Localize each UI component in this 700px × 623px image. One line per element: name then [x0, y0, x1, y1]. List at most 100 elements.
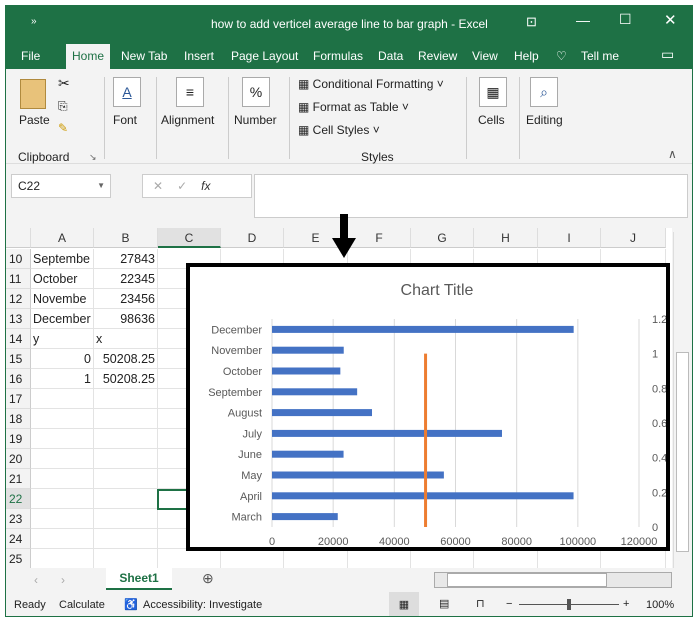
zoom-out-button[interactable]: − — [506, 598, 512, 610]
cell-a[interactable] — [31, 509, 94, 529]
scrollbar-thumb[interactable] — [676, 352, 689, 552]
cell-a[interactable]: 1 — [31, 369, 94, 389]
cell-b[interactable] — [94, 389, 158, 409]
tab-formulas[interactable]: Formulas — [313, 49, 363, 63]
tab-home[interactable]: Home — [66, 44, 111, 69]
cell[interactable] — [284, 549, 348, 569]
dialog-launcher-icon[interactable]: ↘ — [89, 152, 97, 163]
cell-b[interactable]: 50208.25 — [94, 369, 158, 389]
row-header[interactable]: 22 — [6, 489, 31, 509]
collapse-ribbon-icon[interactable]: ∧ — [668, 147, 677, 161]
tab-data[interactable]: Data — [378, 49, 403, 63]
cell-a[interactable] — [31, 489, 94, 509]
cell[interactable] — [158, 549, 221, 569]
bar-chart[interactable]: Chart Title 0 20000 40000 60000 80000 100000 12… — [186, 263, 670, 551]
horizontal-scrollbar[interactable] — [434, 572, 672, 588]
column-header-f[interactable]: F — [348, 228, 411, 248]
cell-a[interactable]: y — [31, 329, 94, 349]
cell-b[interactable] — [94, 489, 158, 509]
row-header[interactable]: 20 — [6, 449, 31, 469]
cell-b[interactable] — [94, 409, 158, 429]
cell-b[interactable]: 27843 — [94, 249, 158, 269]
row-header[interactable]: 17 — [6, 389, 31, 409]
row-header[interactable]: 14 — [6, 329, 31, 349]
conditional-formatting-button[interactable]: ▦ Conditional Formatting ˅ — [298, 77, 444, 91]
tab-help[interactable]: Help — [514, 49, 539, 63]
status-calculate[interactable]: Calculate — [59, 599, 105, 611]
cells-button[interactable]: Cells — [478, 113, 505, 127]
cell-b[interactable] — [94, 549, 158, 569]
cell-b[interactable]: x — [94, 329, 158, 349]
copy-icon[interactable]: ⎘ — [58, 99, 68, 114]
cells-icon[interactable]: ▦ — [479, 77, 507, 107]
cell-a[interactable]: 0 — [31, 349, 94, 369]
select-all-corner[interactable] — [6, 228, 31, 248]
cell[interactable] — [538, 549, 601, 569]
column-header-g[interactable]: G — [411, 228, 474, 248]
tab-view[interactable]: View — [472, 49, 498, 63]
page-layout-view-icon[interactable]: ▤ — [439, 597, 449, 610]
cell[interactable] — [348, 549, 411, 569]
paste-button[interactable]: Paste — [19, 113, 50, 127]
tab-tell-me[interactable]: Tell me — [581, 49, 619, 63]
column-header-i[interactable]: I — [538, 228, 601, 248]
cell-styles-button[interactable]: ▦ Cell Styles ˅ — [298, 123, 380, 137]
column-header-j[interactable]: J — [601, 228, 666, 248]
column-header-h[interactable]: H — [474, 228, 538, 248]
cell-a[interactable]: Novembe — [31, 289, 94, 309]
cell-b[interactable]: 50208.25 — [94, 349, 158, 369]
row-header[interactable]: 19 — [6, 429, 31, 449]
minimize-button[interactable]: — — [576, 12, 590, 28]
row-header[interactable]: 21 — [6, 469, 31, 489]
row-header[interactable]: 15 — [6, 349, 31, 369]
cell-a[interactable] — [31, 449, 94, 469]
row-header[interactable]: 11 — [6, 269, 31, 289]
row-header[interactable]: 18 — [6, 409, 31, 429]
zoom-slider[interactable] — [519, 599, 619, 610]
row-header[interactable]: 13 — [6, 309, 31, 329]
cell-b[interactable] — [94, 449, 158, 469]
tab-insert[interactable]: Insert — [184, 49, 214, 63]
cell-b[interactable] — [94, 529, 158, 549]
cell-a[interactable]: December — [31, 309, 94, 329]
tab-new-tab[interactable]: New Tab — [121, 49, 167, 63]
name-box[interactable]: C22 ▼ — [11, 174, 111, 198]
cell[interactable] — [601, 549, 666, 569]
cell-a[interactable] — [31, 409, 94, 429]
ribbon-display-icon[interactable]: ⊡ — [526, 14, 537, 30]
cancel-icon[interactable]: ✕ — [153, 179, 177, 193]
paste-icon[interactable] — [20, 79, 46, 109]
cell-a[interactable] — [31, 549, 94, 569]
column-header-b[interactable]: B — [94, 228, 158, 248]
format-painter-icon[interactable]: ✎ — [58, 121, 68, 135]
maximize-button[interactable]: ☐ — [619, 11, 632, 28]
chevron-down-icon[interactable]: ▼ — [97, 175, 105, 197]
cut-icon[interactable]: ✂ — [58, 75, 70, 92]
editing-button[interactable]: Editing — [526, 113, 563, 127]
column-header-d[interactable]: D — [221, 228, 284, 248]
scroll-right-icon[interactable]: › — [61, 573, 65, 587]
cell[interactable] — [411, 549, 474, 569]
font-icon[interactable]: A — [113, 77, 141, 107]
format-as-table-button[interactable]: ▦ Format as Table ˅ — [298, 100, 409, 114]
cell-a[interactable]: October — [31, 269, 94, 289]
add-sheet-icon[interactable]: ⊕ — [202, 570, 214, 587]
sheet-tab-sheet1[interactable]: Sheet1 — [106, 568, 172, 590]
alignment-icon[interactable]: ≡ — [176, 77, 204, 107]
number-icon[interactable]: % — [242, 77, 270, 107]
row-header[interactable]: 25 — [6, 549, 31, 569]
cell-a[interactable]: Septembe — [31, 249, 94, 269]
cell-b[interactable] — [94, 429, 158, 449]
row-header[interactable]: 23 — [6, 509, 31, 529]
zoom-level[interactable]: 100% — [646, 599, 674, 611]
row-header[interactable]: 12 — [6, 289, 31, 309]
cell-b[interactable] — [94, 469, 158, 489]
page-break-view-icon[interactable]: ⊓ — [476, 597, 485, 610]
cell-a[interactable] — [31, 389, 94, 409]
cell[interactable] — [474, 549, 538, 569]
cell-a[interactable] — [31, 529, 94, 549]
cell-b[interactable] — [94, 509, 158, 529]
formula-input[interactable] — [254, 174, 688, 218]
enter-icon[interactable]: ✓ — [177, 179, 201, 193]
tab-page-layout[interactable]: Page Layout — [231, 49, 298, 63]
